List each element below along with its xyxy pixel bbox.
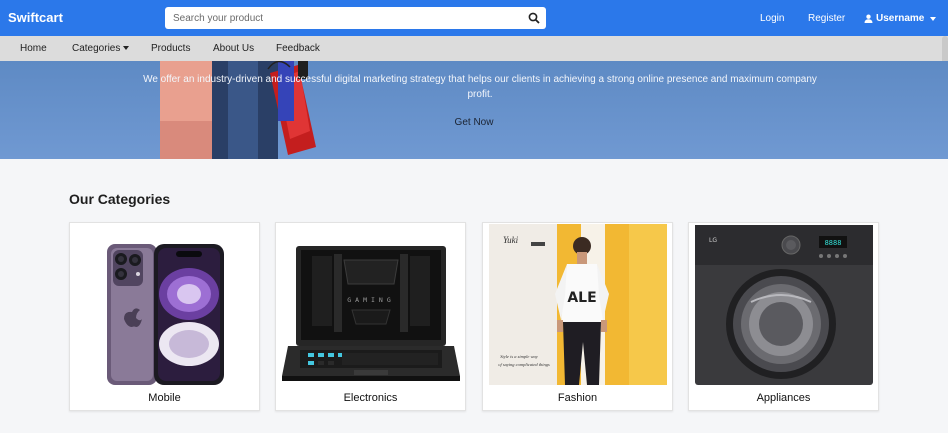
nav-categories-label: Categories [72, 43, 121, 54]
user-icon [864, 14, 873, 23]
search-icon[interactable] [528, 12, 540, 24]
nav-products[interactable]: Products [151, 43, 190, 54]
fashion-tagline-text: Style is a simple way [500, 354, 538, 359]
category-card-mobile[interactable]: Mobile [69, 222, 260, 411]
brand-logo[interactable]: Swiftcart [8, 10, 63, 25]
nav-categories-dropdown[interactable]: Categories [72, 43, 130, 54]
appliance-display-text: 8888 [825, 239, 842, 247]
register-link[interactable]: Register [808, 13, 845, 24]
fashion-image: Yuki ALE Style is a simple way of saying… [489, 224, 667, 385]
nav-about[interactable]: About Us [213, 43, 254, 54]
search-bar [165, 7, 546, 29]
category-card-appliances[interactable]: LG 8888 Appliances [688, 222, 879, 411]
fashion-brand-text: Yuki [503, 235, 519, 245]
category-label: Electronics [343, 392, 398, 404]
chevron-down-icon [930, 16, 937, 21]
shirt-print-text: ALE [567, 290, 596, 306]
search-input[interactable] [165, 7, 515, 29]
electronics-image: GAMING [282, 224, 460, 385]
hero-description: We offer an industry-driven and successf… [143, 74, 817, 100]
appliance-brand-text: LG [709, 237, 717, 244]
mobile-image [76, 224, 254, 385]
get-now-button[interactable]: Get Now [440, 117, 508, 128]
hero-banner: We offer an industry-driven and successf… [0, 61, 948, 159]
nav-home[interactable]: Home [20, 43, 47, 54]
section-title: Our Categories [69, 191, 171, 207]
category-label: Fashion [557, 392, 598, 404]
user-menu[interactable]: Username [864, 13, 937, 24]
fashion-tagline-text: of saying complicated things [498, 362, 550, 367]
category-label: Mobile [148, 392, 181, 404]
category-card-electronics[interactable]: GAMING Electronics [275, 222, 466, 411]
appliances-image: LG 8888 [695, 224, 873, 385]
category-label: Appliances [756, 392, 811, 404]
chevron-down-icon [123, 46, 130, 51]
username-label: Username [876, 13, 925, 24]
svg-text:GAMING: GAMING [347, 296, 394, 304]
category-navbar: Home Categories Products About Us Feedba… [0, 36, 948, 61]
category-card-fashion[interactable]: Yuki ALE Style is a simple way of saying… [482, 222, 673, 411]
top-navbar: Swiftcart Login Register Username [0, 0, 948, 36]
nav-feedback[interactable]: Feedback [276, 43, 320, 54]
login-link[interactable]: Login [760, 13, 784, 24]
